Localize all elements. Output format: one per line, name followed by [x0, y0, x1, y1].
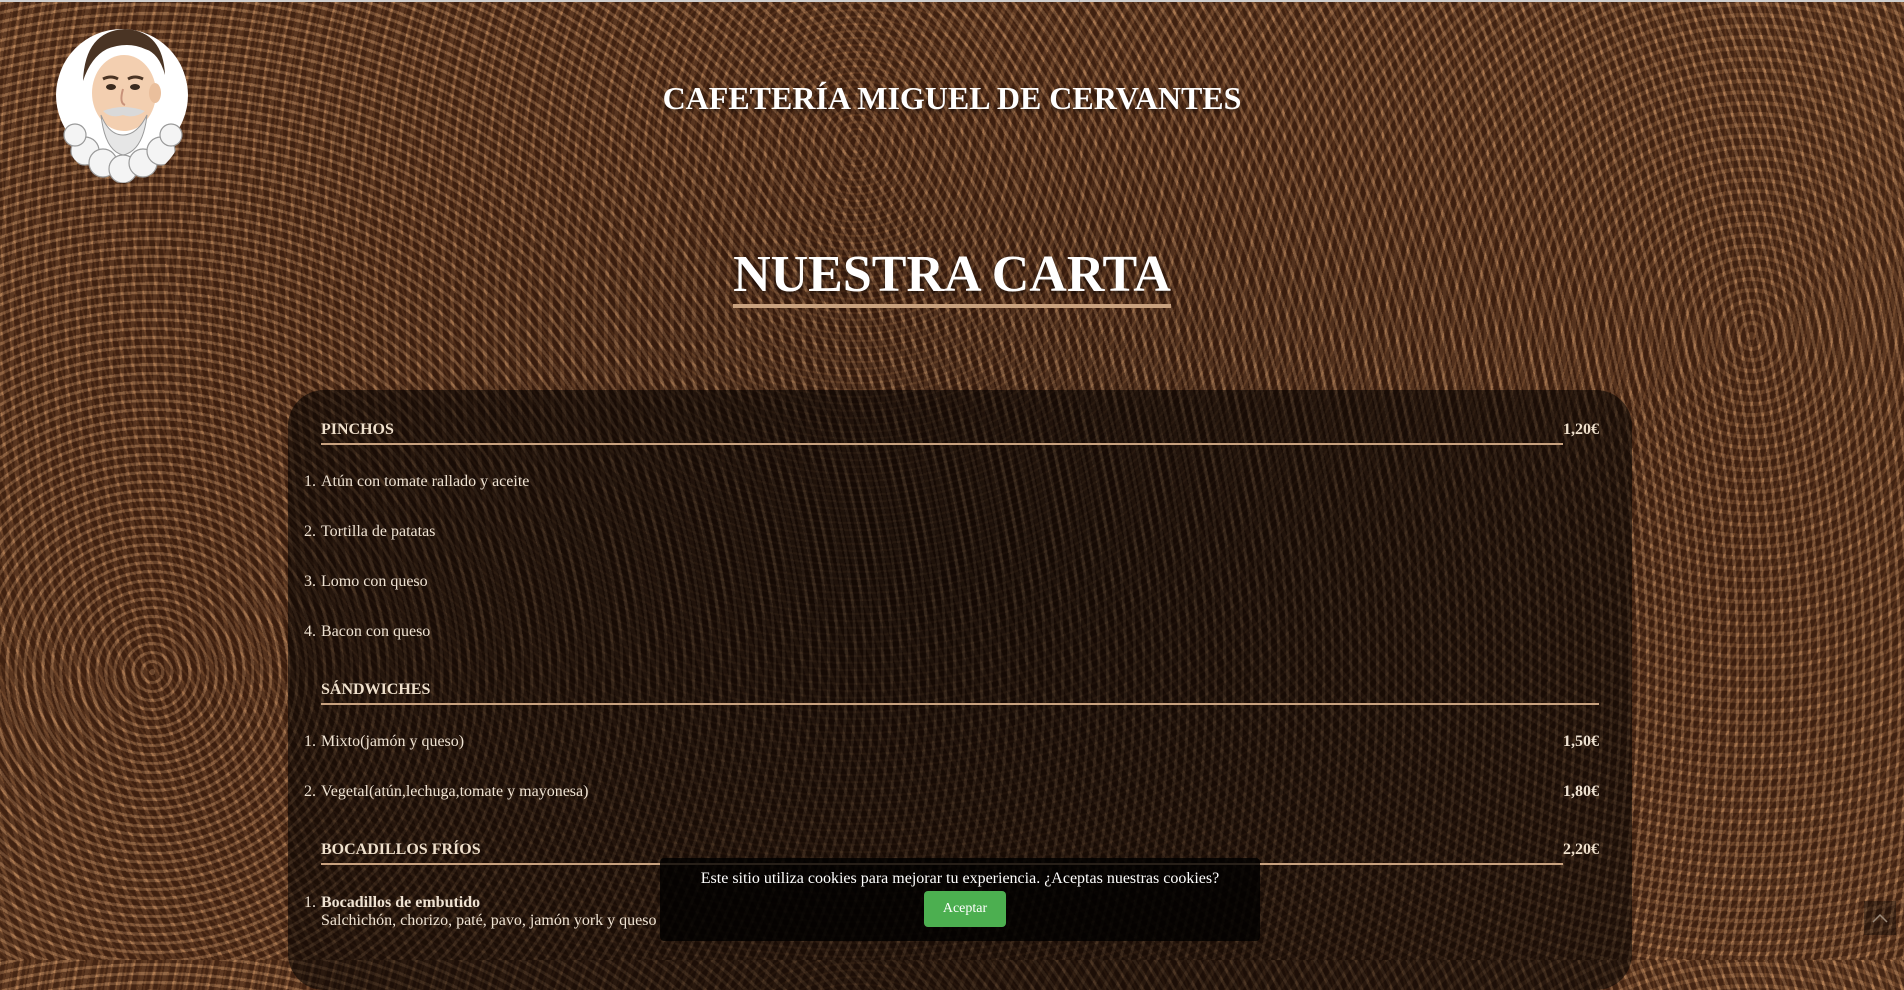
- item-label: Vegetal(atún,lechuga,tomate y mayonesa): [321, 783, 589, 800]
- section-name: PINCHOS: [321, 421, 394, 438]
- list-item: 1. Bocadillos de embutido: [304, 894, 480, 912]
- section-price-pinchos: 1,20€: [1563, 421, 1599, 438]
- item-number: 4.: [304, 623, 316, 640]
- item-price: 1,80€: [1563, 783, 1599, 800]
- item-label: Bocadillos de embutido: [321, 894, 481, 911]
- section-header-sandwiches: SÁNDWICHES: [321, 681, 1599, 705]
- item-number: 1.: [304, 894, 316, 911]
- list-item: 4. Bacon con queso: [304, 623, 430, 641]
- cookie-banner: Este sitio utiliza cookies para mejorar …: [660, 858, 1260, 941]
- menu-heading-text: NUESTRA CARTA: [733, 246, 1171, 308]
- list-item: 2. Tortilla de patatas: [304, 523, 435, 541]
- site-title: CAFETERÍA MIGUEL DE CERVANTES: [662, 80, 1242, 116]
- list-item: 2. Vegetal(atún,lechuga,tomate y mayonesa…: [304, 783, 588, 801]
- section-header-pinchos: PINCHOS: [321, 421, 1563, 445]
- item-number: 1.: [304, 473, 316, 490]
- item-label: Atún con tomate rallado y aceite: [321, 473, 530, 490]
- top-border: [0, 0, 1904, 2]
- item-label: Lomo con queso: [321, 573, 428, 590]
- section-name: SÁNDWICHES: [321, 681, 431, 698]
- item-description: Salchichón, chorizo, paté, pavo, jamón y…: [321, 912, 657, 929]
- item-number: 3.: [304, 573, 316, 590]
- chevron-up-icon: [1872, 913, 1888, 923]
- menu-heading: NUESTRA CARTA: [0, 246, 1904, 308]
- item-number: 2.: [304, 783, 316, 800]
- item-label: Tortilla de patatas: [321, 523, 436, 540]
- list-item: 1. Mixto(jamón y queso): [304, 733, 464, 751]
- item-price: 1,50€: [1563, 733, 1599, 750]
- scroll-to-top-button[interactable]: [1864, 901, 1896, 935]
- cookie-message: Este sitio utiliza cookies para mejorar …: [700, 870, 1220, 887]
- item-label: Mixto(jamón y queso): [321, 733, 465, 750]
- item-number: 1.: [304, 733, 316, 750]
- list-item: 1. Atún con tomate rallado y aceite: [304, 473, 529, 491]
- section-name: BOCADILLOS FRÍOS: [321, 841, 481, 858]
- list-item: 3. Lomo con queso: [304, 573, 428, 591]
- accept-cookies-button[interactable]: Aceptar: [924, 891, 1006, 927]
- item-label: Bacon con queso: [321, 623, 431, 640]
- section-price-bocadillos-frios: 2,20€: [1563, 841, 1599, 858]
- item-number: 2.: [304, 523, 316, 540]
